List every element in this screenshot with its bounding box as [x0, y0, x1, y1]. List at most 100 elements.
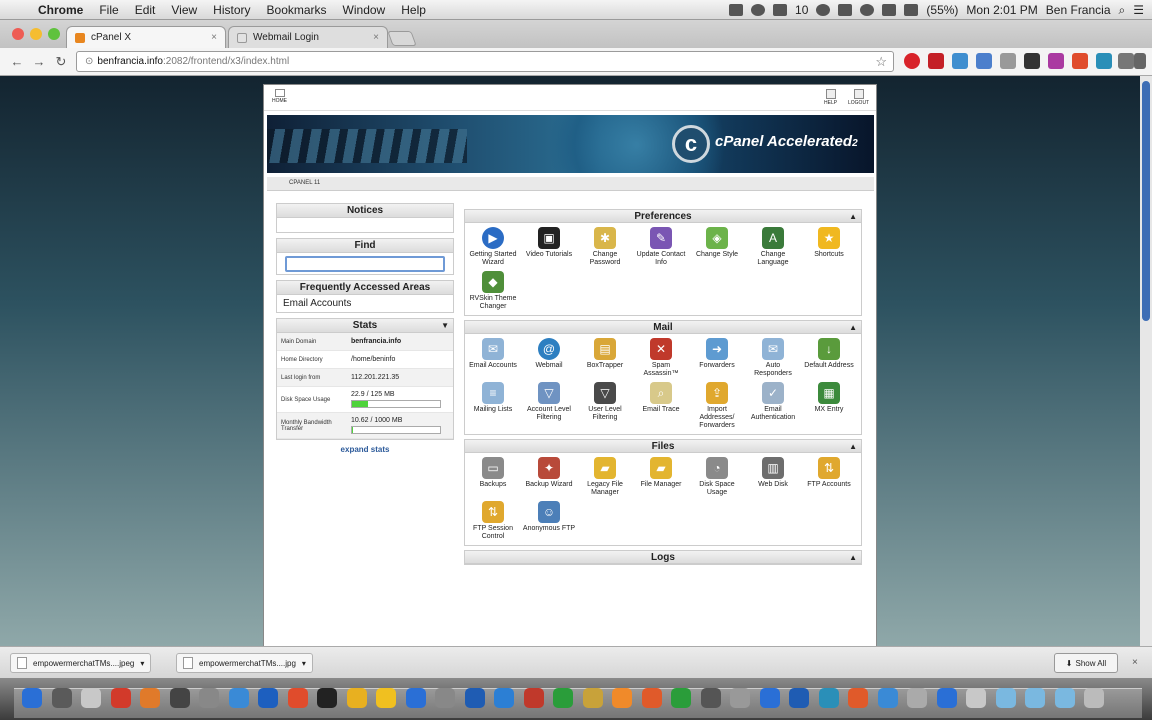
scrollbar-thumb[interactable]: [1142, 81, 1150, 321]
wifi-icon[interactable]: [860, 4, 875, 16]
notification-icon[interactable]: ☰: [1133, 3, 1144, 17]
default-address[interactable]: ↓ Default Address: [801, 336, 857, 380]
dock-app-icon[interactable]: [199, 688, 219, 708]
rvskin-theme-changer[interactable]: ◆ RVSkin Theme Changer: [465, 269, 521, 313]
auto-responders[interactable]: ✉ Auto Responders: [745, 336, 801, 380]
logs-header[interactable]: Logs ▲: [465, 551, 861, 564]
download-item[interactable]: empowermerchatTMs....jpg ▾: [176, 653, 313, 673]
frequent-item-email-accounts[interactable]: Email Accounts: [277, 295, 453, 312]
ftp-session-control[interactable]: ⇅ FTP Session Control: [465, 499, 521, 543]
zoom-window-button[interactable]: [48, 28, 60, 40]
volume-icon[interactable]: [882, 4, 897, 16]
dock-app-icon[interactable]: [258, 688, 278, 708]
dock-app-icon[interactable]: [759, 688, 780, 708]
menu-edit[interactable]: Edit: [127, 3, 164, 17]
logout-link[interactable]: LOGOUT: [848, 89, 869, 106]
menu-chrome[interactable]: Chrome: [30, 3, 91, 17]
dock-app-icon[interactable]: [818, 688, 839, 708]
collapse-icon[interactable]: ▲: [849, 440, 857, 453]
dock-app-icon[interactable]: [730, 688, 750, 708]
download-item[interactable]: empowermerchatTMs....jpeg ▾: [10, 653, 152, 673]
user-level-filtering[interactable]: ▽ User Level Filtering: [577, 380, 633, 432]
video-tutorials[interactable]: ▣ Video Tutorials: [521, 225, 577, 269]
dock-app-icon[interactable]: [376, 688, 396, 708]
dock-app-icon[interactable]: [140, 688, 160, 708]
reload-icon[interactable]: ↻: [50, 54, 72, 70]
dock-app-icon[interactable]: [966, 688, 986, 708]
vertical-scrollbar[interactable]: [1140, 76, 1152, 646]
dock-app-icon[interactable]: [907, 688, 927, 708]
dock-app-icon[interactable]: [228, 688, 249, 708]
lastpass-extension-icon[interactable]: [928, 53, 944, 69]
legacy-file-manager[interactable]: ▰ Legacy File Manager: [577, 455, 633, 499]
file-manager[interactable]: ▰ File Manager: [633, 455, 689, 499]
help-link[interactable]: HELP: [824, 89, 837, 106]
email-accounts[interactable]: ✉ Email Accounts: [465, 336, 521, 380]
dock-app-icon[interactable]: [700, 688, 721, 708]
shortcuts[interactable]: ★ Shortcuts: [801, 225, 857, 269]
extension-icon[interactable]: [1048, 53, 1064, 69]
dock-app-icon[interactable]: [435, 688, 455, 708]
dock-app-icon[interactable]: [848, 688, 868, 708]
email-trace[interactable]: ⌕ Email Trace: [633, 380, 689, 432]
collapse-icon[interactable]: ▲: [849, 321, 857, 334]
import-addresses[interactable]: ⇪ Import Addresses/ Forwarders: [689, 380, 745, 432]
web-disk[interactable]: ▥ Web Disk: [745, 455, 801, 499]
preferences-header[interactable]: Preferences ▲: [465, 210, 861, 223]
dock-app-icon[interactable]: [1025, 688, 1045, 708]
minimize-window-button[interactable]: [30, 28, 42, 40]
menu-file[interactable]: File: [91, 3, 126, 17]
dock-app-icon[interactable]: [22, 688, 42, 708]
tab-webmail[interactable]: Webmail Login ×: [228, 26, 388, 48]
time-machine-icon[interactable]: [816, 4, 831, 16]
expand-stats-link[interactable]: expand stats: [276, 445, 454, 454]
dock-app-icon[interactable]: [612, 688, 632, 708]
show-all-downloads-button[interactable]: ⬇ Show All: [1054, 653, 1118, 673]
dock-app-icon[interactable]: [1054, 688, 1075, 708]
find-input[interactable]: [285, 256, 445, 272]
dock-app-icon[interactable]: [523, 688, 544, 708]
dock-app-icon[interactable]: [995, 688, 1016, 708]
new-tab-button[interactable]: [387, 31, 417, 46]
home-link[interactable]: HOME: [272, 89, 287, 104]
mx-entry[interactable]: ▦ MX Entry: [801, 380, 857, 432]
menu-view[interactable]: View: [163, 3, 205, 17]
forwarders[interactable]: ➜ Forwarders: [689, 336, 745, 380]
collapse-icon[interactable]: ▲: [849, 210, 857, 223]
extension-icon[interactable]: [1118, 53, 1134, 69]
dropdown-icon[interactable]: ▾: [140, 659, 144, 668]
tray-calendar-icon[interactable]: [773, 4, 788, 16]
tray-app-icon[interactable]: [729, 4, 744, 16]
disk-space-usage[interactable]: ◔ Disk Space Usage: [689, 455, 745, 499]
dock-app-icon[interactable]: [169, 688, 190, 708]
pinterest-extension-icon[interactable]: [904, 53, 920, 69]
update-contact-info[interactable]: ✎ Update Contact Info: [633, 225, 689, 269]
page-info-icon[interactable]: ⊙: [85, 56, 93, 67]
dock-app-icon[interactable]: [287, 688, 308, 708]
extension-icon[interactable]: [1000, 53, 1016, 69]
dock-app-icon[interactable]: [582, 688, 603, 708]
spam-assassin[interactable]: ✕ Spam Assassin™: [633, 336, 689, 380]
dock-app-icon[interactable]: [641, 688, 662, 708]
mailing-lists[interactable]: ≡ Mailing Lists: [465, 380, 521, 432]
change-language[interactable]: A Change Language: [745, 225, 801, 269]
extension-icon[interactable]: [1024, 53, 1040, 69]
tab-cpanel[interactable]: cPanel X ×: [66, 26, 226, 48]
backups[interactable]: ▭ Backups: [465, 455, 521, 499]
change-style[interactable]: ◈ Change Style: [689, 225, 745, 269]
bookmark-star-icon[interactable]: ☆: [875, 54, 887, 70]
email-authentication[interactable]: ✓ Email Authentication: [745, 380, 801, 432]
battery-icon[interactable]: [904, 4, 919, 16]
dock-app-icon[interactable]: [494, 688, 514, 708]
dock-app-icon[interactable]: [81, 688, 101, 708]
back-icon[interactable]: ←: [6, 54, 28, 69]
extension-icon[interactable]: [1096, 53, 1112, 69]
mail-header[interactable]: Mail ▲: [465, 321, 861, 334]
close-window-button[interactable]: [12, 28, 24, 40]
collapse-icon[interactable]: ▼: [441, 319, 449, 333]
ftp-accounts[interactable]: ⇅ FTP Accounts: [801, 455, 857, 499]
dock-app-icon[interactable]: [936, 688, 957, 708]
extension-icon[interactable]: [1072, 53, 1088, 69]
getting-started-wizard[interactable]: ▶ Getting Started Wizard: [465, 225, 521, 269]
wrench-menu-icon[interactable]: [1134, 53, 1146, 69]
